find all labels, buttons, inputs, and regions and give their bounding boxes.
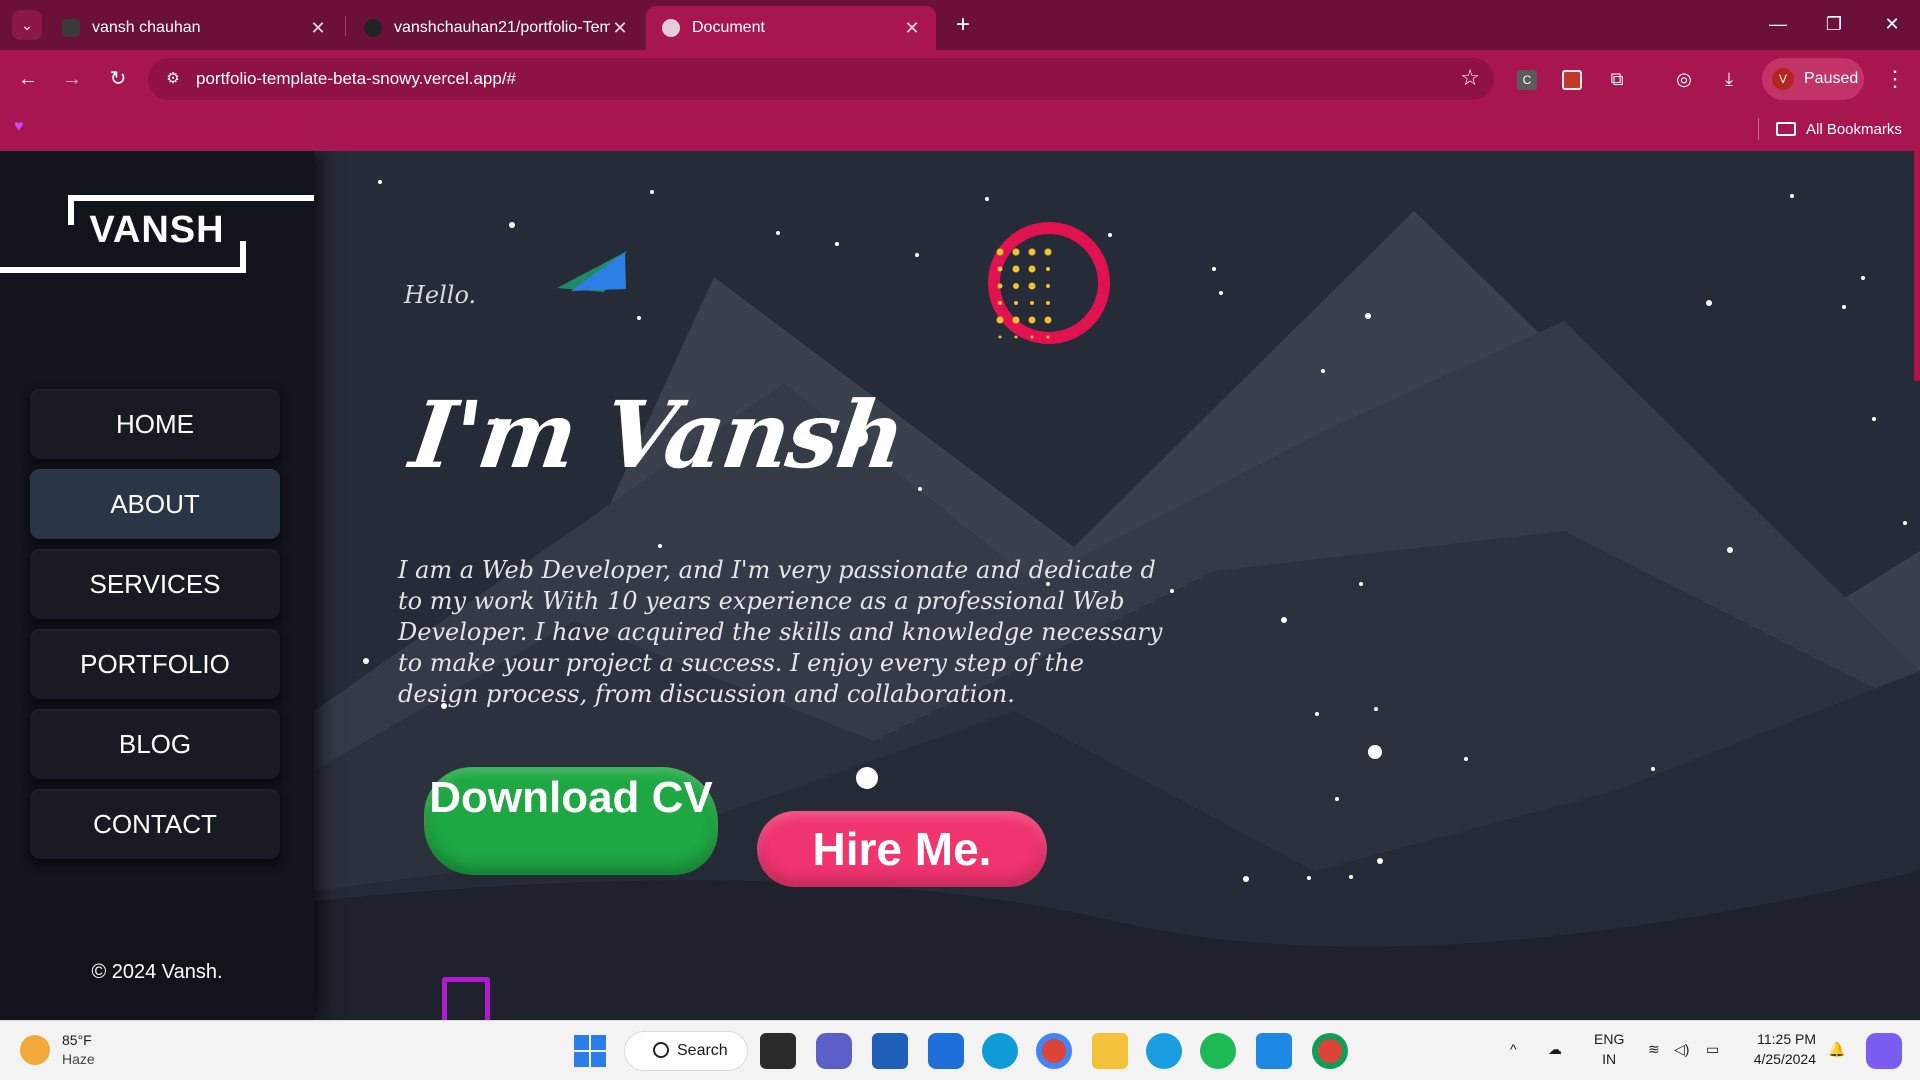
extensions-puzzle-icon[interactable]: ⧉ — [1600, 62, 1634, 96]
hero-headline: I'm Vansh — [404, 381, 911, 489]
close-tab-icon[interactable]: ✕ — [902, 18, 922, 39]
address-bar[interactable]: ⚙ portfolio-template-beta-snowy.vercel.a… — [148, 58, 1494, 100]
close-tab-icon[interactable]: ✕ — [308, 18, 328, 39]
logo-text: VANSH — [89, 209, 225, 251]
profile-button[interactable]: V Paused — [1762, 58, 1864, 100]
browser-tab-active[interactable]: Document ✕ — [646, 6, 936, 50]
sidebar: VANSH HOME ABOUT SERVICES PORTFOLIO BLOG… — [0, 151, 314, 1020]
download-cv-button[interactable]: Download CV — [424, 767, 718, 875]
chrome-icon[interactable] — [1036, 1033, 1072, 1069]
spotify-icon[interactable] — [1200, 1033, 1236, 1069]
reload-icon[interactable]: ↻ — [102, 63, 134, 95]
remote-desktop-icon[interactable] — [928, 1033, 964, 1069]
store-icon[interactable] — [872, 1033, 908, 1069]
close-tab-icon[interactable]: ✕ — [610, 18, 630, 39]
notifications-icon[interactable]: 🔔 — [1828, 1039, 1845, 1059]
weather-widget[interactable]: 85°F Haze — [20, 1031, 95, 1069]
copyright: © 2024 Vansh. — [91, 961, 223, 983]
minimize-icon[interactable]: — — [1750, 0, 1806, 50]
nav-contact[interactable]: CONTACT — [30, 789, 280, 859]
nav-about[interactable]: ABOUT — [30, 469, 280, 539]
all-bookmarks-button[interactable]: All Bookmarks — [1776, 116, 1902, 142]
greeting: Hello. — [404, 281, 477, 309]
weather-temperature: 85°F — [62, 1032, 92, 1048]
restore-icon[interactable]: ❐ — [1806, 0, 1862, 50]
extension-c-icon[interactable]: C — [1510, 62, 1544, 96]
vscode-icon[interactable] — [1256, 1033, 1292, 1069]
back-arrow-icon[interactable]: ← — [12, 63, 44, 95]
logo[interactable]: VANSH — [0, 195, 314, 275]
bookmark-heart-icon[interactable]: ♥ — [14, 118, 24, 136]
skype-icon[interactable] — [1146, 1033, 1182, 1069]
show-hidden-icons-chevron-icon[interactable]: ^ — [1510, 1039, 1517, 1059]
browser-menu-icon[interactable]: ⋮ — [1880, 62, 1910, 96]
scroll-indicator — [442, 977, 490, 1020]
volume-icon[interactable]: ◁) — [1674, 1039, 1689, 1059]
copilot-icon[interactable] — [1866, 1033, 1902, 1069]
browser-tab[interactable]: vansh chauhan ✕ — [46, 6, 342, 50]
folder-icon — [1776, 122, 1796, 136]
clock[interactable]: 11:25 PM 4/25/2024 — [1746, 1029, 1816, 1069]
extension-screen-icon[interactable] — [1555, 62, 1589, 96]
edge-icon[interactable] — [982, 1033, 1018, 1069]
new-tab-plus-icon[interactable]: + — [948, 10, 978, 40]
onedrive-icon[interactable]: ☁ — [1548, 1039, 1562, 1059]
browser-tab-strip: ⌄ vansh chauhan ✕ vanshchauhan21/portfol… — [0, 0, 1920, 50]
bookmarks-bar: ♥ All Bookmarks — [0, 108, 1920, 151]
nav-blog[interactable]: BLOG — [30, 709, 280, 779]
site-settings-icon[interactable]: ⚙ — [162, 68, 184, 90]
weather-sun-icon — [20, 1035, 50, 1065]
wifi-icon[interactable]: ≋ — [1648, 1039, 1660, 1059]
start-windows-icon[interactable] — [574, 1035, 606, 1067]
portfolio-page: VANSH HOME ABOUT SERVICES PORTFOLIO BLOG… — [0, 151, 1920, 1020]
taskbar-search[interactable]: Search — [624, 1031, 748, 1071]
intro-paragraph: I am a Web Developer, and I'm very passi… — [398, 556, 1163, 708]
language-indicator[interactable]: ENG IN — [1594, 1029, 1624, 1069]
file-explorer-icon[interactable] — [1092, 1033, 1128, 1069]
close-window-icon[interactable]: ✕ — [1864, 0, 1920, 50]
nav-services[interactable]: SERVICES — [30, 549, 280, 619]
nav-home[interactable]: HOME — [30, 389, 280, 459]
browser-tab[interactable]: vanshchauhan21/portfolio-Tem ✕ — [348, 6, 644, 50]
download-icon[interactable]: ⤓ — [1712, 62, 1746, 96]
url-text[interactable]: portfolio-template-beta-snowy.vercel.app… — [196, 69, 516, 89]
browser-toolbar: ← → ↻ ⚙ portfolio-template-beta-snowy.ve… — [0, 50, 1920, 108]
os-taskbar: 85°F Haze Search ^ ☁ ENG IN ≋ ◁) ▭ 11:25… — [0, 1020, 1920, 1080]
search-icon — [653, 1042, 669, 1058]
performance-icon[interactable]: ◎ — [1667, 62, 1701, 96]
chrome-profile-icon[interactable] — [1312, 1033, 1348, 1069]
battery-icon[interactable]: ▭ — [1706, 1039, 1719, 1059]
profile-favicon-icon — [62, 19, 80, 37]
bookmark-star-icon[interactable]: ☆ — [1460, 65, 1480, 91]
teams-icon[interactable] — [816, 1033, 852, 1069]
task-view-icon[interactable] — [760, 1033, 796, 1069]
forward-arrow-icon[interactable]: → — [56, 63, 88, 95]
avatar: V — [1772, 68, 1794, 90]
nav-portfolio[interactable]: PORTFOLIO — [30, 629, 280, 699]
hire-me-button[interactable]: Hire Me. — [757, 811, 1047, 887]
github-favicon-icon — [364, 19, 382, 37]
tab-search-chevron-icon[interactable]: ⌄ — [12, 10, 42, 40]
weather-condition: Haze — [62, 1051, 95, 1067]
globe-favicon-icon — [662, 19, 680, 37]
